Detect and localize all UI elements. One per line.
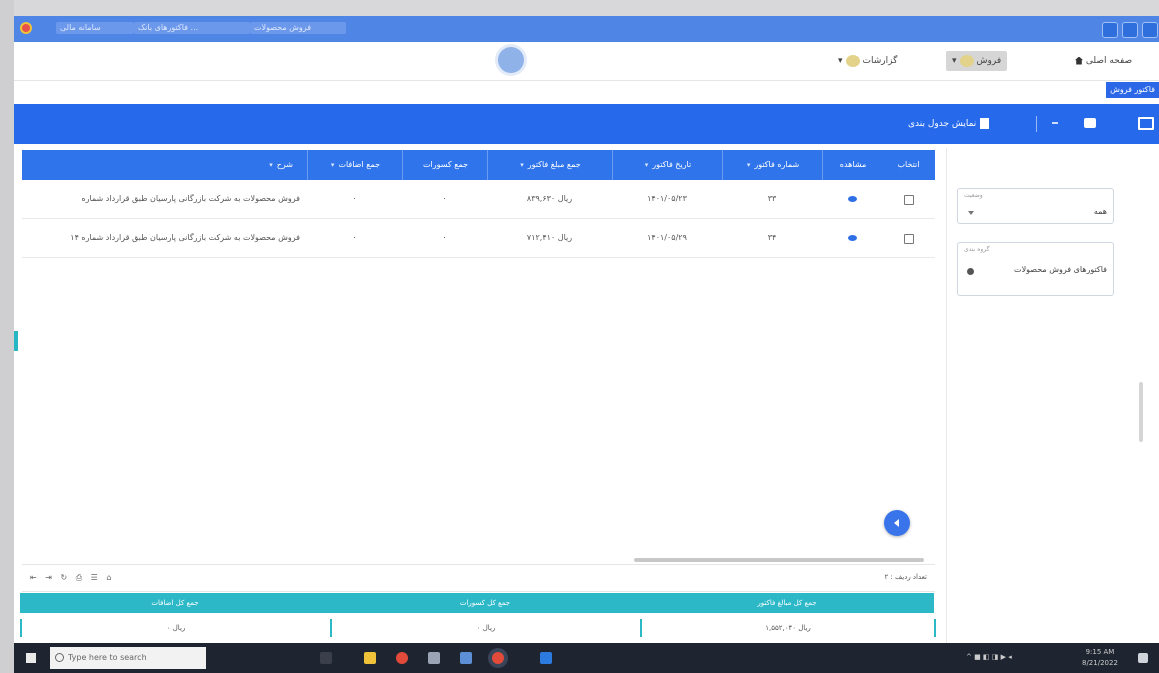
app-icon[interactable]	[428, 652, 440, 664]
windows-start-icon[interactable]	[26, 653, 36, 663]
side-handle[interactable]	[14, 331, 18, 351]
cell-description: فروش محصولات به شرکت بازرگانی پارسیان طب…	[81, 194, 300, 203]
row-checkbox[interactable]	[904, 234, 914, 244]
app-logo-icon	[498, 47, 524, 73]
col-additions[interactable]: ▾ جمع اضافات	[307, 150, 403, 180]
sort-icon: ▾	[746, 161, 751, 169]
app-icon[interactable]	[460, 652, 472, 664]
col-view[interactable]: مشاهده	[822, 150, 883, 180]
summary-values: ۱,۵۵۲,۰۴۰ ریال ۰ ریال ۰ ریال	[20, 613, 936, 643]
col-select[interactable]: انتخاب	[882, 150, 935, 180]
clear-icon[interactable]	[967, 268, 974, 275]
cell-date: ۱۴۰۱/۰۵/۲۳	[647, 194, 687, 203]
table-view-button[interactable]: نمایش جدول بندی	[908, 116, 990, 132]
category-value: فاکتورهای فروش محصولات	[1014, 265, 1107, 274]
sort-icon: ▾	[644, 161, 649, 169]
chevron-down-icon: ▾	[838, 56, 843, 66]
task-view-icon[interactable]	[320, 652, 332, 664]
reports-icon	[845, 54, 860, 67]
chrome-active-icon[interactable]	[492, 652, 504, 664]
nav-sales[interactable]: ▾ فروش	[946, 51, 1008, 71]
cell-additions: ۰	[352, 233, 357, 242]
summary-label-additions: جمع کل اضافات	[151, 599, 199, 607]
eye-icon[interactable]	[848, 196, 857, 202]
row-count: تعداد ردیف : ۲	[884, 573, 927, 581]
col-description[interactable]: ▾ شرح	[22, 150, 307, 180]
eye-icon[interactable]	[848, 235, 857, 241]
cell-deductions: ۰	[442, 194, 447, 203]
browser-title-bar: سامانه مالی فاکتورهای بانک ... فروش محصو…	[14, 16, 1159, 42]
browser-tab-3[interactable]: فروش محصولات	[250, 22, 346, 34]
close-icon[interactable]	[1142, 22, 1158, 38]
status-value: همه	[1093, 207, 1107, 216]
category-label: گروه بندی	[964, 246, 990, 253]
windows-taskbar: Type here to search ^ ■ ◧ ◨ ▶ ◂ 9:15 AM …	[14, 643, 1159, 673]
page-tag[interactable]: فاکتور فروش	[1106, 82, 1159, 98]
summary-label-deductions: جمع کل کسورات	[459, 599, 511, 607]
summary-header: جمع کل مبالغ فاکتور جمع کل کسورات جمع کل…	[20, 593, 934, 613]
document-icon	[980, 118, 990, 129]
chrome-icon[interactable]	[396, 652, 408, 664]
category-select[interactable]: گروه بندی فاکتورهای فروش محصولات	[957, 242, 1114, 296]
collapse-icon[interactable]	[1052, 122, 1058, 124]
app-header: ▾ گزارشات ▾ فروش صفحه اصلی	[14, 42, 1159, 81]
grid-pager: ⇤ ⇥ ↻ ⎙ ☰ ⌂ تعداد ردیف : ۲	[22, 564, 935, 592]
sort-icon: ▾	[269, 161, 273, 169]
cell-total: ۷۱۲,۴۱۰ ریال	[526, 233, 573, 242]
browser-tab-2[interactable]: فاکتورهای بانک ...	[134, 22, 250, 34]
vertical-scrollbar[interactable]	[1139, 382, 1143, 442]
status-select[interactable]: وضعیت همه	[957, 188, 1114, 224]
cell-number: ۳۴	[767, 233, 777, 242]
system-tray[interactable]: ^ ■ ◧ ◨ ▶ ◂	[966, 653, 1012, 661]
browser-icon	[20, 22, 32, 34]
summary-value-deductions: ۰ ریال	[330, 619, 640, 637]
nav-home[interactable]: صفحه اصلی	[1072, 51, 1132, 71]
print-icon[interactable]	[1084, 118, 1096, 128]
screen: سامانه مالی فاکتورهای بانک ... فروش محصو…	[14, 16, 1159, 673]
summary-value-additions: ۰ ریال	[20, 619, 330, 637]
col-invoice-number[interactable]: ▾ شماره فاکتور	[722, 150, 823, 180]
summary-label-total: جمع کل مبالغ فاکتور	[757, 599, 817, 607]
home-icon	[1075, 56, 1083, 65]
table-row[interactable]: ۳۴ ۱۴۰۱/۰۵/۲۹ ۷۱۲,۴۱۰ ریال ۰ ۰ فروش محصو…	[22, 219, 935, 258]
photo-left-edge	[0, 0, 14, 673]
summary-value-total: ۱,۵۵۲,۰۴۰ ریال	[640, 619, 936, 637]
grid-header: انتخاب مشاهده ▾ شماره فاکتور ▾ تاریخ فاکتو…	[22, 150, 935, 180]
monitor-icon[interactable]	[1138, 117, 1154, 130]
nav-reports[interactable]: ▾ گزارشات	[838, 51, 897, 71]
chevron-down-icon	[968, 211, 974, 215]
col-deductions[interactable]: جمع کسورات	[402, 150, 488, 180]
sales-icon	[959, 54, 974, 67]
browser-tab-1[interactable]: سامانه مالی	[56, 22, 134, 34]
toolbar-divider	[1036, 116, 1037, 132]
col-invoice-date[interactable]: ▾ تاریخ فاکتور	[612, 150, 723, 180]
row-checkbox[interactable]	[904, 195, 914, 205]
cell-description: فروش محصولات به شرکت بازرگانی پارسیان طب…	[70, 233, 300, 242]
pager-tools[interactable]: ⇤ ⇥ ↻ ⎙ ☰ ⌂	[30, 573, 114, 583]
maximize-icon[interactable]	[1122, 22, 1138, 38]
filter-panel: وضعیت همه گروه بندی فاکتورهای فروش محصول…	[946, 148, 1137, 648]
status-label: وضعیت	[964, 192, 983, 199]
minimize-icon[interactable]	[1102, 22, 1118, 38]
cell-deductions: ۰	[442, 233, 447, 242]
col-invoice-total[interactable]: ▾ جمع مبلغ فاکتور	[487, 150, 613, 180]
clock[interactable]: 9:15 AM 8/21/2022	[1082, 647, 1118, 669]
scroll-fab-button[interactable]	[884, 510, 910, 536]
cell-total: ۸۳۹,۶۳۰ ریال	[526, 194, 573, 203]
chevron-down-icon: ▾	[952, 56, 957, 66]
taskbar-search-input[interactable]: Type here to search	[50, 647, 206, 669]
app-icon[interactable]	[540, 652, 552, 664]
notification-icon[interactable]	[1138, 653, 1148, 663]
table-row[interactable]: ۳۳ ۱۴۰۱/۰۵/۲۳ ۸۳۹,۶۳۰ ریال ۰ ۰ فروش محصو…	[22, 180, 935, 219]
sort-icon: ▾	[520, 161, 524, 169]
data-grid: انتخاب مشاهده ▾ شماره فاکتور ▾ تاریخ فاکتو…	[22, 150, 935, 570]
file-explorer-icon[interactable]	[364, 652, 376, 664]
cell-additions: ۰	[352, 194, 357, 203]
horizontal-scrollbar[interactable]	[634, 558, 924, 562]
sort-icon: ▾	[330, 161, 335, 169]
cell-date: ۱۴۰۱/۰۵/۲۹	[647, 233, 687, 242]
grid-toolbar: نمایش جدول بندی	[14, 104, 1159, 144]
cell-number: ۳۳	[767, 194, 777, 203]
